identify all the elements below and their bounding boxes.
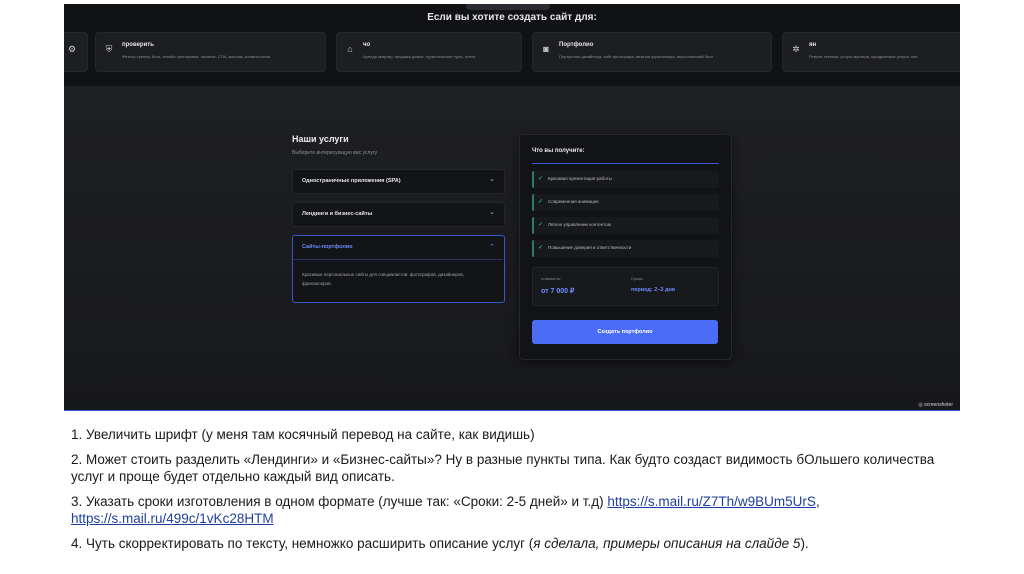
note-3-text: 3. Указать сроки изготовления в одном фо… [71, 494, 608, 509]
category-card-title: проверить [122, 42, 154, 48]
category-card-partial[interactable]: ⚙ [64, 32, 88, 72]
category-card-portfolio[interactable]: ◙ Портфолио Портфолио дизайнера, сайт фо… [532, 32, 772, 72]
benefits-title: Что вы получите: [532, 148, 585, 154]
accordion-divider [294, 259, 503, 260]
feature-item: ✓ Повышение доверия и ответственности [532, 240, 719, 257]
category-card-title: ян [809, 42, 817, 48]
check-icon: ✓ [538, 176, 544, 182]
gears-icon: ✲ [792, 44, 800, 54]
website-screenshot: Если вы хотите создать сайт для: ⚙ ⛨ про… [64, 4, 960, 411]
benefits-card: Что вы получите: ✓ Красивая презентация … [519, 134, 732, 360]
feature-item: ✓ Современная анимация [532, 194, 719, 211]
category-card-title: чо [363, 42, 371, 48]
note-3-link-2[interactable]: https://s.mail.ru/499c/1vKc28HTM [71, 511, 274, 526]
accordion-item-portfolio[interactable]: Сайты-портфолио ⌃ Красивые персональные … [292, 235, 505, 303]
screenshoter-watermark: ◎ screenshoter [918, 402, 953, 408]
feature-text: Современная анимация [548, 199, 599, 204]
feature-text: Повышение доверия и ответственности [548, 245, 632, 250]
accordion-label: Одностраничные приложения (SPA) [302, 178, 401, 184]
accordion-body: Красивые персональные сайты для специали… [302, 272, 464, 286]
camera-icon: ◙ [543, 44, 549, 54]
category-card-title: Портфолио [559, 42, 594, 48]
price-label: стоимость: [541, 276, 562, 281]
services-title: Наши услуги [292, 134, 349, 144]
note-3-comma: , [815, 494, 820, 509]
category-card-desc: Аренда квартир, продажа домов, туристиче… [363, 54, 476, 59]
category-card-desc: Портфолио дизайнера, сайт фотографа, виз… [559, 54, 714, 59]
category-card-fitness[interactable]: ⛨ проверить Фитнес-тренер, йога, онлайн-… [95, 32, 326, 72]
price-box: стоимость: от 7 000 ₽ Сроки: период: 2–3… [532, 267, 719, 306]
bottom-accent-line [64, 410, 960, 411]
check-icon: ✓ [538, 245, 544, 251]
category-title-text: Если вы хотите создать сайт для: [427, 12, 597, 23]
feature-item: ✓ Лёгкое управление контентом [532, 217, 719, 234]
accordion-label: Лендинги и бизнес-сайты [302, 211, 373, 217]
note-4-text: 4. Чуть скорректировать по тексту, немно… [71, 536, 534, 551]
note-4: 4. Чуть скорректировать по тексту, немно… [71, 535, 961, 552]
accordion-item-landings[interactable]: Лендинги и бизнес-сайты ⌄ [292, 202, 505, 227]
feature-text: Лёгкое управление контентом [548, 222, 611, 227]
chevron-down-icon: ⌄ [489, 176, 495, 183]
create-portfolio-button[interactable]: Создать портфолио [532, 320, 718, 344]
check-icon: ✓ [538, 222, 544, 228]
check-icon: ✓ [538, 199, 544, 205]
accordion-item-spa[interactable]: Одностраничные приложения (SPA) ⌄ [292, 169, 505, 194]
price-value: от 7 000 ₽ [541, 288, 575, 295]
category-title: Если вы хотите создать сайт для: [64, 4, 960, 23]
gear-icon: ⚙ [67, 44, 77, 54]
chevron-up-icon: ⌃ [489, 244, 495, 251]
feedback-notes: 1. Увеличить шрифт (у меня там косячный … [71, 426, 961, 560]
window-notch [466, 4, 550, 10]
services-subtitle: Выберите интересующую вас услугу [292, 150, 378, 156]
note-4-end: ). [800, 536, 809, 551]
category-header: Если вы хотите создать сайт для: ⚙ ⛨ про… [64, 4, 960, 86]
note-4-italic: я сделала, примеры описания на слайде 5 [533, 536, 801, 551]
house-icon: ⌂ [347, 44, 353, 54]
benefits-divider [532, 163, 719, 164]
category-card-services[interactable]: ✲ ян Ремонт техники, услуги мастера, юри… [782, 32, 960, 72]
category-card-realty[interactable]: ⌂ чо Аренда квартир, продажа домов, тури… [336, 32, 522, 72]
accordion-label: Сайты-портфолио [302, 244, 353, 250]
feature-item: ✓ Красивая презентация работы [532, 171, 719, 188]
shield-icon: ⛨ [105, 44, 113, 54]
note-3: 3. Указать сроки изготовления в одном фо… [71, 493, 961, 527]
feature-text: Красивая презентация работы [548, 176, 612, 181]
term-value: период: 2–3 дня [631, 287, 675, 293]
term-label: Сроки: [631, 276, 644, 281]
note-1: 1. Увеличить шрифт (у меня там косячный … [71, 427, 535, 442]
note-2: 2. Может стоить разделить «Лендинги» и «… [71, 452, 935, 484]
chevron-down-icon: ⌄ [489, 209, 495, 216]
category-card-desc: Ремонт техники, услуги мастера, юридичес… [809, 54, 918, 59]
services-section: Наши услуги Выберите интересующую вас ус… [64, 86, 960, 411]
category-card-desc: Фитнес-тренер, йога, онлайн-тренировки, … [122, 54, 270, 59]
note-3-link-1[interactable]: https://s.mail.ru/Z7Th/w9BUm5UrS [607, 494, 816, 509]
